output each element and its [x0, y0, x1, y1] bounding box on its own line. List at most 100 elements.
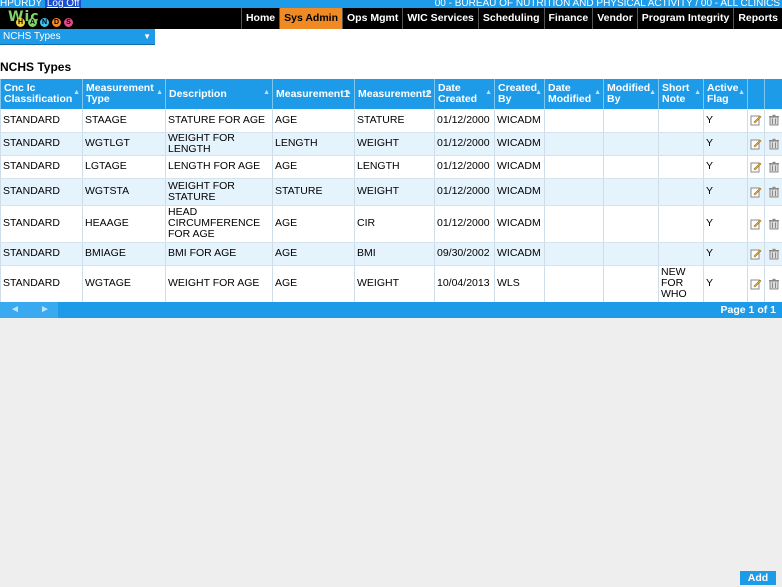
- edit-icon[interactable]: [750, 186, 762, 198]
- column-header[interactable]: Description ▲: [165, 79, 273, 109]
- table-cell: 01/12/2000: [434, 132, 495, 156]
- nav-item-home[interactable]: Home: [240, 8, 279, 29]
- column-header-label: Measurement2: [358, 87, 432, 100]
- column-header[interactable]: Measurement Type ▲: [82, 79, 166, 109]
- table-cell: WGTAGE: [82, 265, 166, 303]
- table-cell: CIR: [354, 205, 435, 243]
- column-header[interactable]: Date Created ▲: [434, 79, 495, 109]
- column-header-label: Measurement1: [276, 87, 350, 100]
- table-cell: [658, 178, 704, 206]
- column-header-label: Short Note: [662, 82, 690, 105]
- table-cell: STANDARD: [0, 155, 83, 179]
- action-column-header: [764, 79, 782, 109]
- table-cell: STAAGE: [82, 109, 166, 133]
- logo-letter: S: [64, 18, 73, 27]
- add-button[interactable]: Add: [740, 571, 776, 585]
- table-cell: WICADM: [494, 178, 545, 206]
- table-header-row: Cnc Ic Classification ▲ Measurement Type ▲ D…: [0, 79, 782, 109]
- table-cell: AGE: [272, 242, 355, 266]
- sort-icon: ▲: [594, 89, 601, 96]
- nav-item-program-integrity[interactable]: Program Integrity: [636, 8, 734, 29]
- page-title: NCHS Types: [0, 60, 72, 74]
- trash-icon[interactable]: [768, 161, 780, 173]
- nav-item-finance[interactable]: Finance: [543, 8, 593, 29]
- trash-icon[interactable]: [768, 248, 780, 260]
- chevron-down-icon: ▼: [143, 32, 151, 41]
- column-header-label: Modified By: [607, 82, 651, 105]
- app-logo: Wic H A N D S: [2, 8, 82, 29]
- table-cell: STANDARD: [0, 178, 83, 206]
- nav-item-wic-services[interactable]: WIC Services: [402, 8, 478, 29]
- table-cell: WEIGHT: [354, 265, 435, 303]
- table-cell: [544, 132, 604, 156]
- table-cell: STANDARD: [0, 242, 83, 266]
- edit-icon[interactable]: [750, 138, 762, 150]
- logo-letter: N: [40, 18, 49, 27]
- table-cell: [603, 132, 659, 156]
- table-row[interactable]: STANDARD WGTAGE WEIGHT FOR AGE AGE WEIGHT 10/…: [0, 265, 782, 303]
- sort-icon: ▲: [738, 89, 745, 96]
- table-row[interactable]: STANDARD HEAAGE HEAD CIRCUMFERENCE FOR AGE…: [0, 205, 782, 243]
- table-row[interactable]: STANDARD STAAGE STATURE FOR AGE AGE STATURE 0…: [0, 109, 782, 133]
- table-cell: BMIAGE: [82, 242, 166, 266]
- table-cell: STATURE: [354, 109, 435, 133]
- prev-page-button[interactable]: ◄: [10, 302, 20, 318]
- table-cell: STATURE: [272, 178, 355, 206]
- edit-icon[interactable]: [750, 218, 762, 230]
- logo-letter: H: [16, 18, 25, 27]
- logoff-link[interactable]: Log Off: [44, 0, 82, 8]
- agency-label: 00 - BUREAU OF NUTRITION AND PHYSICAL AC…: [434, 0, 780, 8]
- logo-letters: H A N D S: [16, 18, 73, 27]
- screen-select-dropdown[interactable]: NCHS Types ▼: [0, 29, 155, 45]
- column-header[interactable]: Measurement1 ▲: [272, 79, 355, 109]
- table-body: STANDARD STAAGE STATURE FOR AGE AGE STATURE 0…: [0, 109, 782, 303]
- trash-icon[interactable]: [768, 218, 780, 230]
- nav-item-reports[interactable]: Reports: [733, 8, 782, 29]
- nav-item-vendor[interactable]: Vendor: [592, 8, 637, 29]
- table-cell: 01/12/2000: [434, 178, 495, 206]
- table-cell: WICADM: [494, 205, 545, 243]
- bottom-bar: [0, 569, 782, 587]
- column-header[interactable]: Measurement2 ▲: [354, 79, 435, 109]
- trash-icon[interactable]: [768, 278, 780, 290]
- table-cell: [658, 205, 704, 243]
- sort-icon: ▲: [485, 89, 492, 96]
- table-cell: 01/12/2000: [434, 155, 495, 179]
- column-header-label: Cnc Ic Classification: [4, 82, 73, 105]
- table-cell: [603, 178, 659, 206]
- table-row[interactable]: STANDARD LGTAGE LENGTH FOR AGE AGE LENGTH 01/…: [0, 155, 782, 179]
- trash-icon[interactable]: [768, 186, 780, 198]
- table-row[interactable]: STANDARD BMIAGE BMI FOR AGE AGE BMI 09/30/200…: [0, 242, 782, 266]
- table-cell: WGTLGT: [82, 132, 166, 156]
- table-cell: WLS: [494, 265, 545, 303]
- trash-icon[interactable]: [768, 114, 780, 126]
- table-cell: STATURE FOR AGE: [165, 109, 273, 133]
- edit-icon[interactable]: [750, 161, 762, 173]
- table-cell: NEW FOR WHO: [658, 265, 704, 303]
- table-row[interactable]: STANDARD WGTSTA WEIGHT FOR STATURE STATURE W…: [0, 178, 782, 206]
- nav-item-sys-admin[interactable]: Sys Admin: [279, 8, 343, 29]
- nav-item-ops-mgmt[interactable]: Ops Mgmt: [342, 8, 402, 29]
- trash-icon[interactable]: [768, 138, 780, 150]
- column-header[interactable]: Created By ▲: [494, 79, 545, 109]
- edit-cell: [747, 178, 765, 206]
- sort-icon: ▲: [73, 89, 80, 96]
- edit-icon[interactable]: [750, 278, 762, 290]
- username: HPURDY: [0, 0, 43, 8]
- page-info: Page 1 of 1: [720, 304, 776, 316]
- next-page-button[interactable]: ►: [40, 302, 50, 318]
- table-row[interactable]: STANDARD WGTLGT WEIGHT FOR LENGTH LENGTH WEI…: [0, 132, 782, 156]
- table-cell: AGE: [272, 205, 355, 243]
- table-cell: LENGTH: [272, 132, 355, 156]
- nchs-types-table: Cnc Ic Classification ▲ Measurement Type ▲ D…: [0, 79, 782, 303]
- edit-icon[interactable]: [750, 114, 762, 126]
- column-header[interactable]: Active Flag ▲: [703, 79, 748, 109]
- column-header[interactable]: Date Modified ▲: [544, 79, 604, 109]
- action-column-header: [747, 79, 765, 109]
- delete-cell: [764, 178, 782, 206]
- nav-item-scheduling[interactable]: Scheduling: [477, 8, 544, 29]
- edit-icon[interactable]: [750, 248, 762, 260]
- column-header[interactable]: Short Note ▲: [658, 79, 704, 109]
- column-header[interactable]: Cnc Ic Classification ▲: [0, 79, 83, 109]
- column-header[interactable]: Modified By ▲: [603, 79, 659, 109]
